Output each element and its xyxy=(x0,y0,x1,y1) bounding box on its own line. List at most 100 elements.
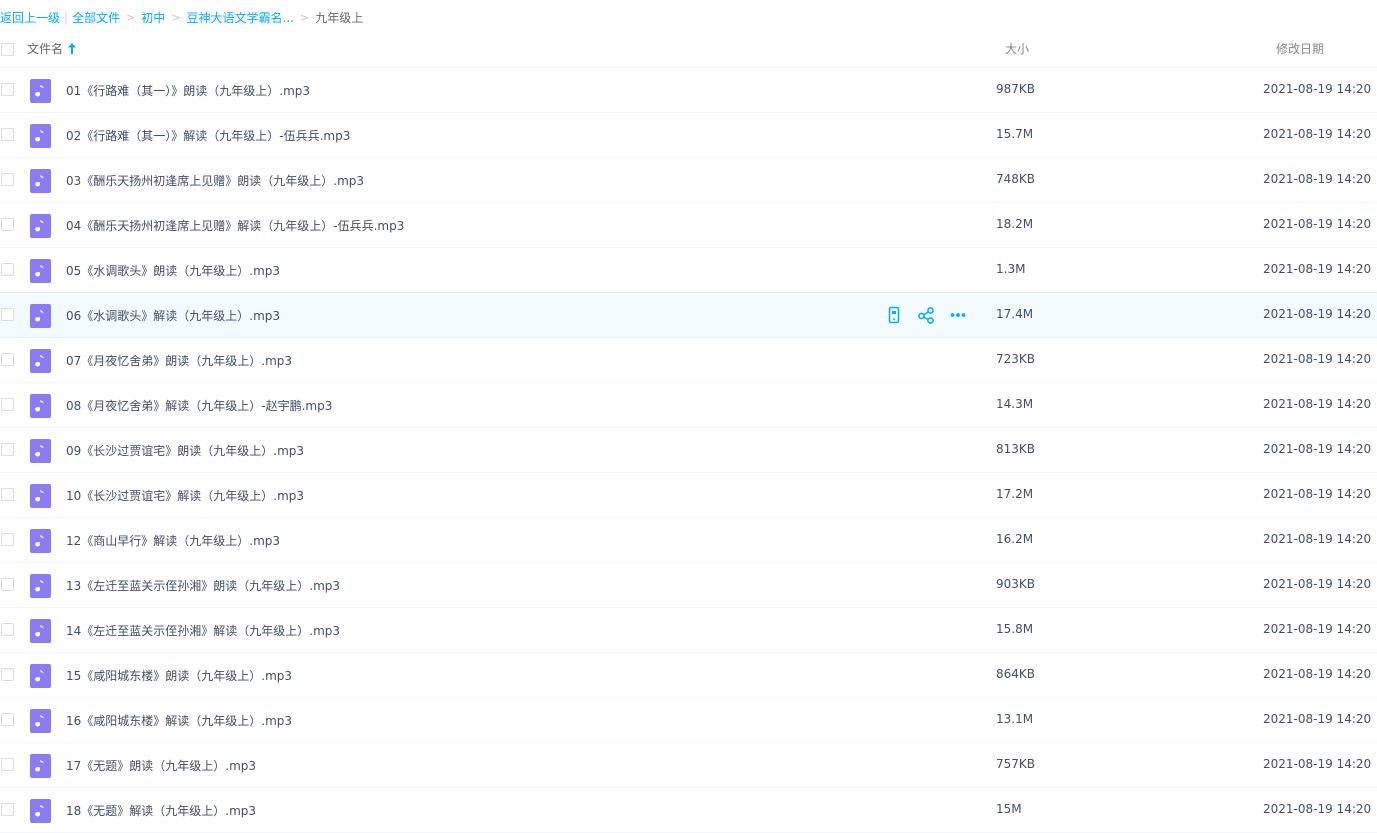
row-checkbox[interactable] xyxy=(1,668,14,681)
file-name[interactable]: 07《月夜忆舍弟》朗读（九年级上）.mp3 xyxy=(66,352,292,369)
row-checkbox[interactable] xyxy=(1,713,14,726)
row-checkbox[interactable] xyxy=(1,578,14,591)
file-date: 2021-08-19 14:20 xyxy=(1263,487,1372,501)
column-header-name-label: 文件名 xyxy=(27,42,64,56)
row-checkbox[interactable] xyxy=(1,263,14,276)
audio-file-icon xyxy=(30,439,51,463)
table-row[interactable]: 15《咸阳城东楼》朗读（九年级上）.mp3 864KB 2021-08-19 14:… xyxy=(0,653,1377,698)
file-name[interactable]: 04《酬乐天扬州初逢席上见赠》解读（九年级上）-伍兵兵.mp3 xyxy=(66,217,404,234)
file-size: 1.3M xyxy=(996,262,1026,276)
file-date: 2021-08-19 14:20 xyxy=(1263,397,1372,411)
file-name[interactable]: 15《咸阳城东楼》朗读（九年级上）.mp3 xyxy=(66,667,292,684)
file-date: 2021-08-19 14:20 xyxy=(1263,712,1372,726)
file-name[interactable]: 09《长沙过贾谊宅》朗读（九年级上）.mp3 xyxy=(66,442,304,459)
list-header: 文件名 大小 修改日期 xyxy=(0,31,1377,68)
row-checkbox[interactable] xyxy=(1,623,14,636)
back-link[interactable]: 返回上一级 xyxy=(0,9,60,27)
column-header-date[interactable]: 修改日期 xyxy=(1276,40,1324,57)
file-size: 864KB xyxy=(996,667,1036,681)
row-checkbox[interactable] xyxy=(1,173,14,186)
table-row[interactable]: 07《月夜忆舍弟》朗读（九年级上）.mp3 723KB 2021-08-19 14:… xyxy=(0,338,1377,383)
arrow-up-icon[interactable] xyxy=(68,43,77,54)
table-row[interactable]: 08《月夜忆舍弟》解读（九年级上）-赵宇鹏.mp3 14.3M 2021-08-19… xyxy=(0,383,1377,428)
file-size: 13.1M xyxy=(996,712,1034,726)
table-row[interactable]: 03《酬乐天扬州初逢席上见赠》朗读（九年级上）.mp3 748KB 2021-08-… xyxy=(0,158,1377,203)
table-row[interactable]: 06《水调歌头》解读（九年级上）.mp3 17.4M 2021-08-19 14:2… xyxy=(0,292,1377,338)
table-row[interactable]: 17《无题》朗读（九年级上）.mp3 757KB 2021-08-19 14:20 xyxy=(0,743,1377,788)
file-name[interactable]: 10《长沙过贾谊宅》解读（九年级上）.mp3 xyxy=(66,487,304,504)
file-name[interactable]: 18《无题》解读（九年级上）.mp3 xyxy=(66,802,256,819)
audio-file-icon xyxy=(30,484,51,508)
breadcrumb-item-junior-high[interactable]: 初中 xyxy=(141,9,165,27)
row-checkbox[interactable] xyxy=(1,398,14,411)
breadcrumb: 返回上一级 | 全部文件 > 初中 > 豆神大语文学霸名... > 九年级上 xyxy=(0,9,363,27)
row-checkbox[interactable] xyxy=(1,803,14,816)
more-icon[interactable] xyxy=(949,306,967,324)
file-name[interactable]: 06《水调歌头》解读（九年级上）.mp3 xyxy=(66,307,280,324)
file-name[interactable]: 08《月夜忆舍弟》解读（九年级上）-赵宇鹏.mp3 xyxy=(66,397,332,414)
row-checkbox[interactable] xyxy=(1,218,14,231)
column-header-name[interactable]: 文件名 xyxy=(27,40,77,57)
audio-file-icon xyxy=(30,799,51,823)
file-name[interactable]: 02《行路难（其一）》解读（九年级上）-伍兵兵.mp3 xyxy=(66,127,350,144)
breadcrumb-item-folder[interactable]: 豆神大语文学霸名... xyxy=(187,9,294,27)
audio-file-icon xyxy=(30,169,51,193)
table-row[interactable]: 09《长沙过贾谊宅》朗读（九年级上）.mp3 813KB 2021-08-19 14… xyxy=(0,428,1377,473)
file-name[interactable]: 03《酬乐天扬州初逢席上见赠》朗读（九年级上）.mp3 xyxy=(66,172,364,189)
table-row[interactable]: 12《商山早行》解读（九年级上）.mp3 16.2M 2021-08-19 14:2… xyxy=(0,518,1377,563)
table-row[interactable]: 16《咸阳城东楼》解读（九年级上）.mp3 13.1M 2021-08-19 14:… xyxy=(0,698,1377,743)
file-date: 2021-08-19 14:20 xyxy=(1263,802,1372,816)
row-checkbox[interactable] xyxy=(1,308,14,321)
audio-file-icon xyxy=(30,214,51,238)
file-size: 17.4M xyxy=(996,307,1034,321)
table-row[interactable]: 14《左迁至蓝关示侄孙湘》解读（九年级上）.mp3 15.8M 2021-08-19… xyxy=(0,608,1377,653)
phone-icon[interactable] xyxy=(885,306,903,324)
table-row[interactable]: 01《行路难（其一）》朗读（九年级上）.mp3 987KB 2021-08-19 1… xyxy=(0,68,1377,113)
file-name[interactable]: 05《水调歌头》朗读（九年级上）.mp3 xyxy=(66,262,280,279)
table-row[interactable]: 18《无题》解读（九年级上）.mp3 15M 2021-08-19 14:20 xyxy=(0,788,1377,833)
audio-file-icon xyxy=(30,259,51,283)
file-name[interactable]: 17《无题》朗读（九年级上）.mp3 xyxy=(66,757,256,774)
row-checkbox[interactable] xyxy=(1,443,14,456)
row-checkbox[interactable] xyxy=(1,533,14,546)
table-row[interactable]: 13《左迁至蓝关示侄孙湘》朗读（九年级上）.mp3 903KB 2021-08-19… xyxy=(0,563,1377,608)
audio-file-icon xyxy=(30,304,51,328)
file-name[interactable]: 13《左迁至蓝关示侄孙湘》朗读（九年级上）.mp3 xyxy=(66,577,340,594)
breadcrumb-divider: | xyxy=(64,11,69,25)
row-checkbox[interactable] xyxy=(1,83,14,96)
file-date: 2021-08-19 14:20 xyxy=(1263,577,1372,591)
file-name[interactable]: 16《咸阳城东楼》解读（九年级上）.mp3 xyxy=(66,712,292,729)
row-checkbox[interactable] xyxy=(1,758,14,771)
row-checkbox[interactable] xyxy=(1,128,14,141)
file-date: 2021-08-19 14:20 xyxy=(1263,217,1372,231)
row-checkbox[interactable] xyxy=(1,488,14,501)
table-row[interactable]: 02《行路难（其一）》解读（九年级上）-伍兵兵.mp3 15.7M 2021-08-… xyxy=(0,113,1377,158)
file-date: 2021-08-19 14:20 xyxy=(1263,622,1372,636)
file-size: 723KB xyxy=(996,352,1036,366)
file-name[interactable]: 14《左迁至蓝关示侄孙湘》解读（九年级上）.mp3 xyxy=(66,622,340,639)
file-size: 748KB xyxy=(996,172,1036,186)
breadcrumb-item-all-files[interactable]: 全部文件 xyxy=(72,9,120,27)
table-row[interactable]: 05《水调歌头》朗读（九年级上）.mp3 1.3M 2021-08-19 14:20 xyxy=(0,248,1377,293)
share-icon[interactable] xyxy=(917,306,935,324)
row-actions xyxy=(885,306,967,324)
table-row[interactable]: 10《长沙过贾谊宅》解读（九年级上）.mp3 17.2M 2021-08-19 14… xyxy=(0,473,1377,518)
file-name[interactable]: 01《行路难（其一）》朗读（九年级上）.mp3 xyxy=(66,82,310,99)
select-all-checkbox[interactable] xyxy=(1,43,14,56)
file-date: 2021-08-19 14:20 xyxy=(1263,262,1372,276)
file-size: 17.2M xyxy=(996,487,1034,501)
row-checkbox[interactable] xyxy=(1,353,14,366)
file-size: 14.3M xyxy=(996,397,1034,411)
file-date: 2021-08-19 14:20 xyxy=(1263,352,1372,366)
audio-file-icon xyxy=(30,664,51,688)
file-name[interactable]: 12《商山早行》解读（九年级上）.mp3 xyxy=(66,532,280,549)
column-header-size[interactable]: 大小 xyxy=(1005,40,1029,57)
breadcrumb-arrow: > xyxy=(126,11,136,24)
file-size: 15M xyxy=(996,802,1022,816)
file-size: 18.2M xyxy=(996,217,1034,231)
file-date: 2021-08-19 14:20 xyxy=(1263,757,1372,771)
audio-file-icon xyxy=(30,124,51,148)
breadcrumb-current: 九年级上 xyxy=(315,11,364,25)
file-size: 903KB xyxy=(996,577,1036,591)
table-row[interactable]: 04《酬乐天扬州初逢席上见赠》解读（九年级上）-伍兵兵.mp3 18.2M 2021… xyxy=(0,203,1377,248)
